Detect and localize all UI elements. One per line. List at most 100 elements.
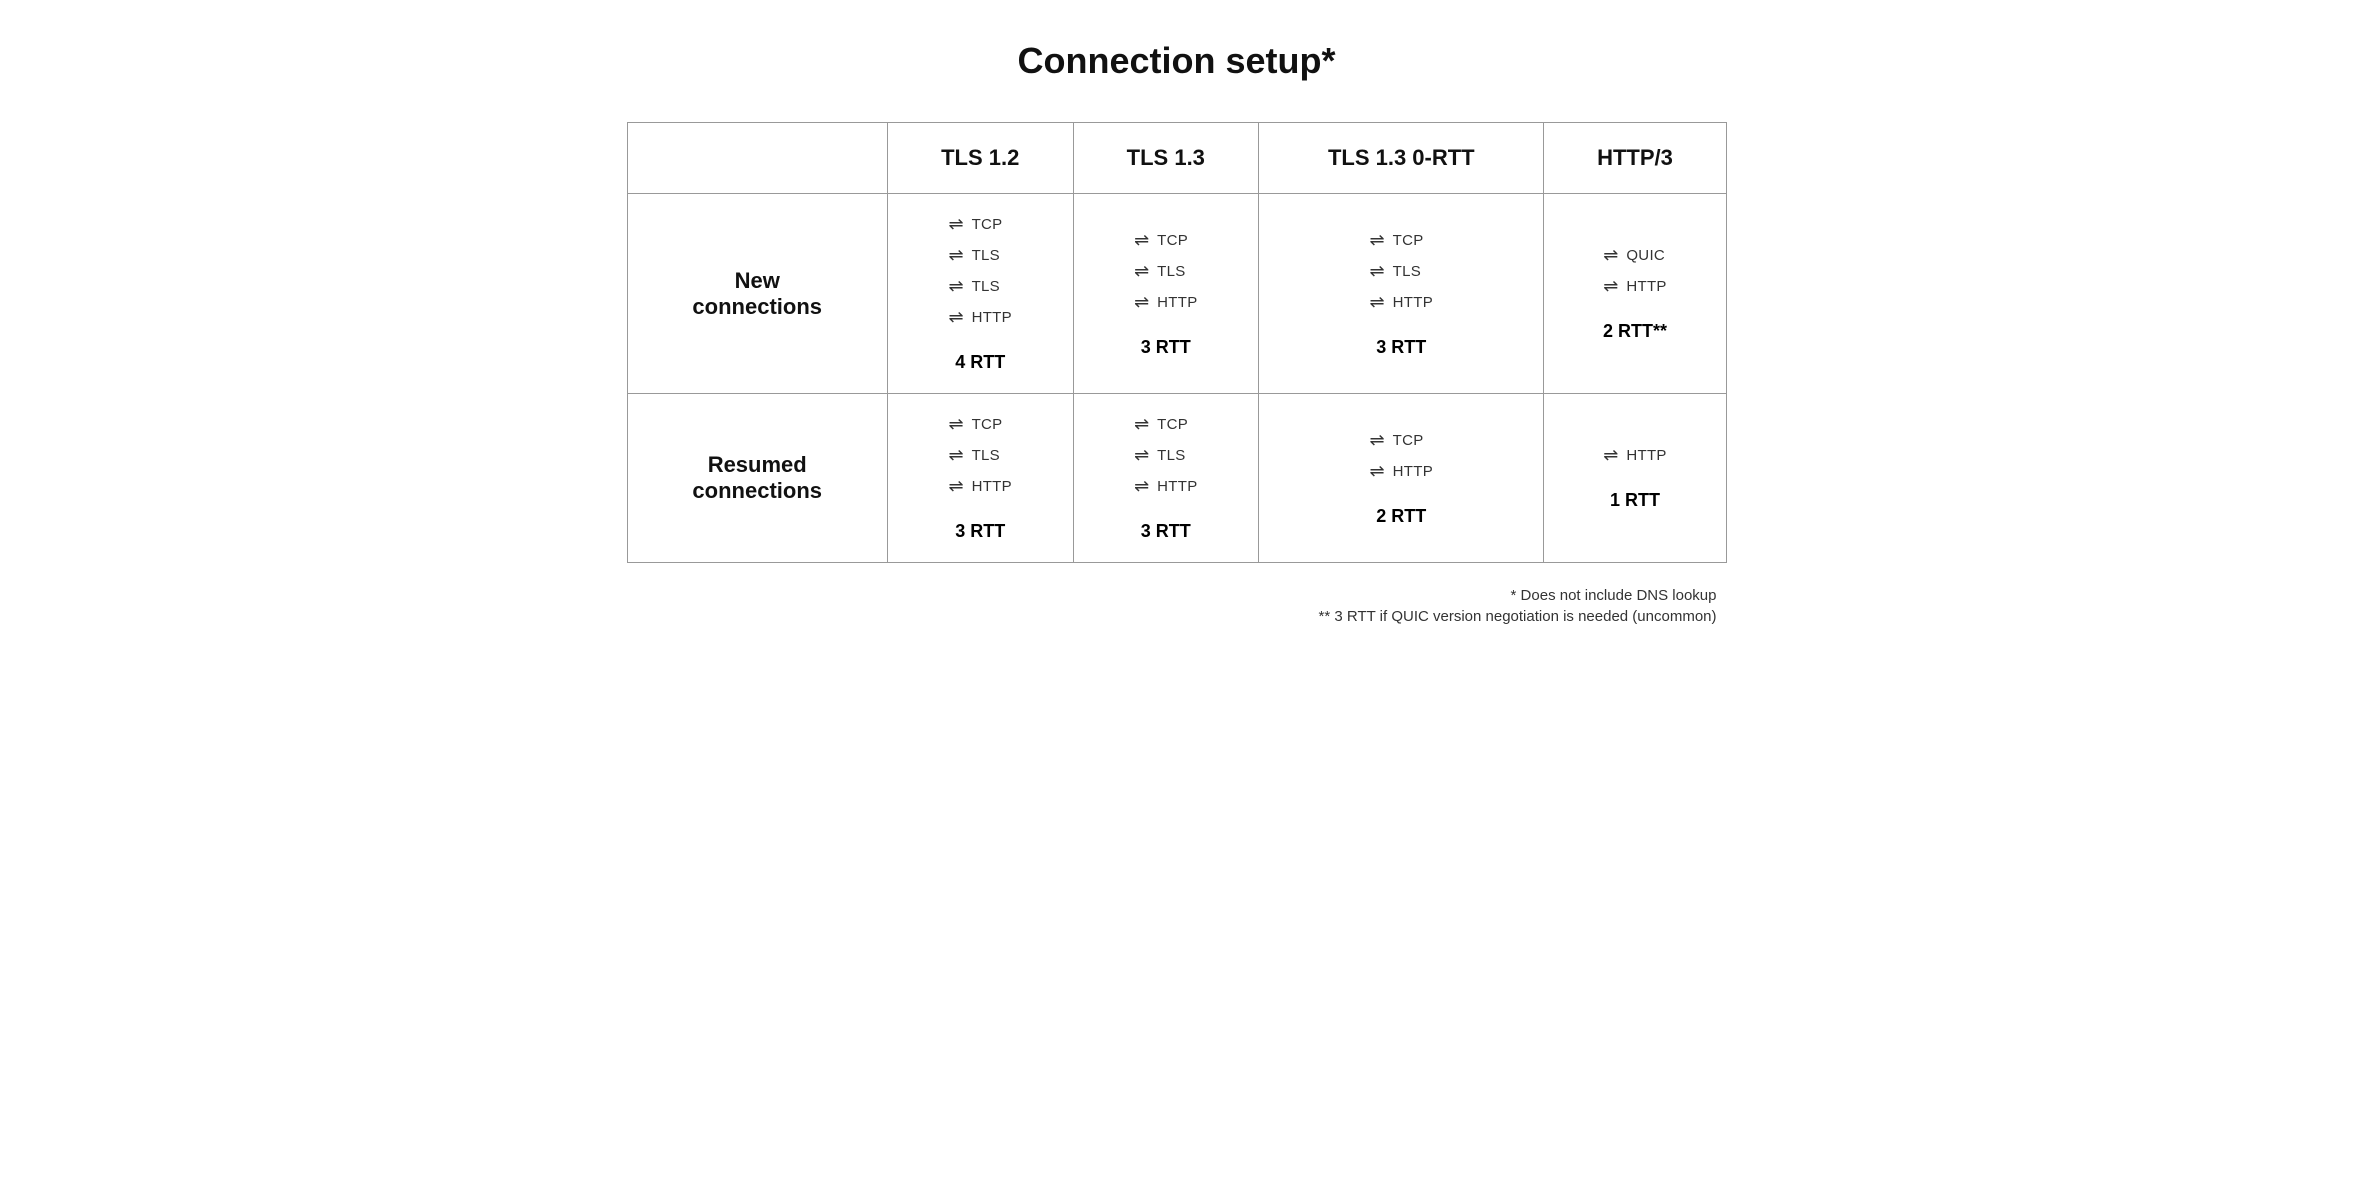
- protocol-label-HTTP-2: HTTP: [1157, 294, 1197, 311]
- page-container: Connection setup* TLS 1.2 TLS 1.3 TLS 1.…: [627, 40, 1727, 629]
- arrows-icon: ⇌: [948, 245, 963, 266]
- protocol-label-TLS-1: TLS: [1393, 263, 1421, 280]
- rtt-label-resumed-col0: 3 RTT: [912, 521, 1049, 542]
- protocol-label-HTTP-1: HTTP: [1626, 278, 1666, 295]
- arrows-icon: ⇌: [1134, 445, 1149, 466]
- protocol-item-resumed-col3-0: ⇌ HTTP: [1603, 445, 1666, 466]
- protocol-item-resumed-col1-1: ⇌ TLS: [1134, 445, 1186, 466]
- protocol-item-new-col1-1: ⇌ TLS: [1134, 261, 1186, 282]
- arrows-icon: ⇌: [1603, 276, 1618, 297]
- cell-inner-new-col1: ⇌ TCP ⇌ TLS ⇌HTTP 3 RTT: [1098, 230, 1235, 358]
- cell-inner-resumed-col3: ⇌ HTTP 1 RTT: [1568, 445, 1701, 511]
- protocols-list-resumed-col3: ⇌ HTTP: [1603, 445, 1666, 466]
- rtt-label-resumed-col1: 3 RTT: [1098, 521, 1235, 542]
- arrows-icon: ⇌: [1603, 445, 1618, 466]
- cell-resumed-col0: ⇌TCP ⇌ TLS ⇌ HTTP 3 RTT: [887, 394, 1073, 563]
- protocol-label-TLS-2: TLS: [972, 278, 1000, 295]
- arrows-icon: ⇌: [1370, 292, 1385, 313]
- protocol-item-new-col1-2: ⇌HTTP: [1134, 292, 1197, 313]
- arrows-icon: ⇌: [1134, 476, 1149, 497]
- protocol-label-TLS-1: TLS: [1157, 447, 1185, 464]
- cell-inner-resumed-col2: ⇌TCP⇌HTTP2 RTT: [1283, 430, 1519, 527]
- protocol-label-HTTP-0: HTTP: [1626, 447, 1666, 464]
- arrows-icon: ⇌: [1370, 461, 1385, 482]
- cell-inner-new-col2: ⇌TCP⇌TLS⇌HTTP3 RTT: [1283, 230, 1519, 358]
- protocols-list-resumed-col0: ⇌TCP ⇌ TLS ⇌ HTTP: [948, 414, 1011, 497]
- protocol-item-new-col0-3: ⇌ HTTP: [948, 307, 1011, 328]
- protocol-label-TCP-0: TCP: [1157, 232, 1188, 249]
- protocol-label-TCP-0: TCP: [1157, 416, 1188, 433]
- protocols-list-new-col3: ⇌ QUIC ⇌ HTTP: [1603, 245, 1666, 297]
- protocol-item-new-col0-0: ⇌ TCP: [948, 214, 1002, 235]
- arrows-icon: ⇌: [1370, 230, 1385, 251]
- protocol-label-TLS-1: TLS: [972, 447, 1000, 464]
- header-row: TLS 1.2 TLS 1.3 TLS 1.3 0-RTT HTTP/3: [627, 123, 1726, 194]
- protocol-item-new-col0-1: ⇌ TLS: [948, 245, 1000, 266]
- rtt-label-new-col0: 4 RTT: [912, 352, 1049, 373]
- protocol-label-TLS-1: TLS: [972, 247, 1000, 264]
- header-empty: [627, 123, 887, 194]
- comparison-table: TLS 1.2 TLS 1.3 TLS 1.3 0-RTT HTTP/3 New…: [627, 122, 1727, 563]
- footnotes: * Does not include DNS lookup ** 3 RTT i…: [627, 587, 1727, 625]
- protocol-item-resumed-col1-2: ⇌ HTTP: [1134, 476, 1197, 497]
- protocol-item-new-col2-2: ⇌ HTTP: [1370, 292, 1433, 313]
- rtt-label-new-col1: 3 RTT: [1098, 337, 1235, 358]
- protocol-item-resumed-col0-2: ⇌ HTTP: [948, 476, 1011, 497]
- cell-new-col2: ⇌TCP⇌TLS⇌HTTP3 RTT: [1259, 194, 1544, 394]
- arrows-icon: ⇌: [1603, 245, 1618, 266]
- protocol-item-new-col0-2: ⇌ TLS: [948, 276, 1000, 297]
- protocols-list-new-col1: ⇌ TCP ⇌ TLS ⇌HTTP: [1134, 230, 1197, 313]
- protocol-item-new-col3-0: ⇌ QUIC: [1603, 245, 1665, 266]
- footnote-1: * Does not include DNS lookup: [627, 587, 1717, 604]
- protocol-item-resumed-col0-0: ⇌TCP: [948, 414, 1002, 435]
- arrows-icon: ⇌: [948, 214, 963, 235]
- cell-inner-new-col3: ⇌ QUIC ⇌ HTTP 2 RTT**: [1568, 245, 1701, 342]
- rtt-label-resumed-col2: 2 RTT: [1283, 506, 1519, 527]
- arrows-icon: ⇌: [1370, 430, 1385, 451]
- rtt-label-resumed-col3: 1 RTT: [1568, 490, 1701, 511]
- protocol-label-QUIC-0: QUIC: [1626, 247, 1665, 264]
- protocol-item-new-col3-1: ⇌ HTTP: [1603, 276, 1666, 297]
- cell-inner-resumed-col0: ⇌TCP ⇌ TLS ⇌ HTTP 3 RTT: [912, 414, 1049, 542]
- cell-new-col0: ⇌ TCP ⇌ TLS ⇌ TLS ⇌ HTTP 4 RTT: [887, 194, 1073, 394]
- protocol-item-new-col2-1: ⇌TLS: [1370, 261, 1422, 282]
- protocol-label-TLS-1: TLS: [1157, 263, 1185, 280]
- protocol-item-resumed-col1-0: ⇌ TCP: [1134, 414, 1188, 435]
- cell-new-col1: ⇌ TCP ⇌ TLS ⇌HTTP 3 RTT: [1073, 194, 1259, 394]
- header-http3: HTTP/3: [1544, 123, 1726, 194]
- protocol-label-HTTP-2: HTTP: [1157, 478, 1197, 495]
- cell-resumed-col3: ⇌ HTTP 1 RTT: [1544, 394, 1726, 563]
- row-label-resumed: Resumedconnections: [627, 394, 887, 563]
- protocols-list-new-col0: ⇌ TCP ⇌ TLS ⇌ TLS ⇌ HTTP: [948, 214, 1011, 328]
- cell-new-col3: ⇌ QUIC ⇌ HTTP 2 RTT**: [1544, 194, 1726, 394]
- cell-inner-resumed-col1: ⇌ TCP ⇌ TLS ⇌ HTTP 3 RTT: [1098, 414, 1235, 542]
- arrows-icon: ⇌: [948, 476, 963, 497]
- protocol-label-HTTP-1: HTTP: [1393, 463, 1433, 480]
- row-new: Newconnections⇌TCP⇌TLS⇌TLS⇌HTTP4 RTT⇌TCP…: [627, 194, 1726, 394]
- protocols-list-resumed-col2: ⇌TCP⇌HTTP: [1370, 430, 1433, 482]
- protocol-label-HTTP-2: HTTP: [972, 478, 1012, 495]
- header-tls13: TLS 1.3: [1073, 123, 1259, 194]
- cell-resumed-col1: ⇌ TCP ⇌ TLS ⇌ HTTP 3 RTT: [1073, 394, 1259, 563]
- header-tls12: TLS 1.2: [887, 123, 1073, 194]
- arrows-icon: ⇌: [1134, 261, 1149, 282]
- protocol-item-resumed-col0-1: ⇌ TLS: [948, 445, 1000, 466]
- arrows-icon: ⇌: [1134, 230, 1149, 251]
- protocol-label-TCP-0: TCP: [1393, 232, 1424, 249]
- footnote-2: ** 3 RTT if QUIC version negotiation is …: [627, 608, 1717, 625]
- page-title: Connection setup*: [627, 40, 1727, 82]
- arrows-icon: ⇌: [948, 445, 963, 466]
- arrows-icon: ⇌: [948, 307, 963, 328]
- protocol-item-resumed-col2-1: ⇌ HTTP: [1370, 461, 1433, 482]
- cell-resumed-col2: ⇌TCP⇌HTTP2 RTT: [1259, 394, 1544, 563]
- protocol-label-TCP-0: TCP: [972, 216, 1003, 233]
- row-resumed: Resumedconnections⇌TCP⇌TLS⇌HTTP3 RTT⇌TCP…: [627, 394, 1726, 563]
- protocol-item-resumed-col2-0: ⇌TCP: [1370, 430, 1424, 451]
- arrows-icon: ⇌: [1134, 414, 1149, 435]
- protocol-label-HTTP-3: HTTP: [972, 309, 1012, 326]
- protocols-list-new-col2: ⇌ TCP ⇌TLS ⇌ HTTP: [1370, 230, 1433, 313]
- arrows-icon: ⇌: [948, 276, 963, 297]
- protocol-label-HTTP-2: HTTP: [1393, 294, 1433, 311]
- rtt-label-new-col3: 2 RTT**: [1568, 321, 1701, 342]
- row-label-new: Newconnections: [627, 194, 887, 394]
